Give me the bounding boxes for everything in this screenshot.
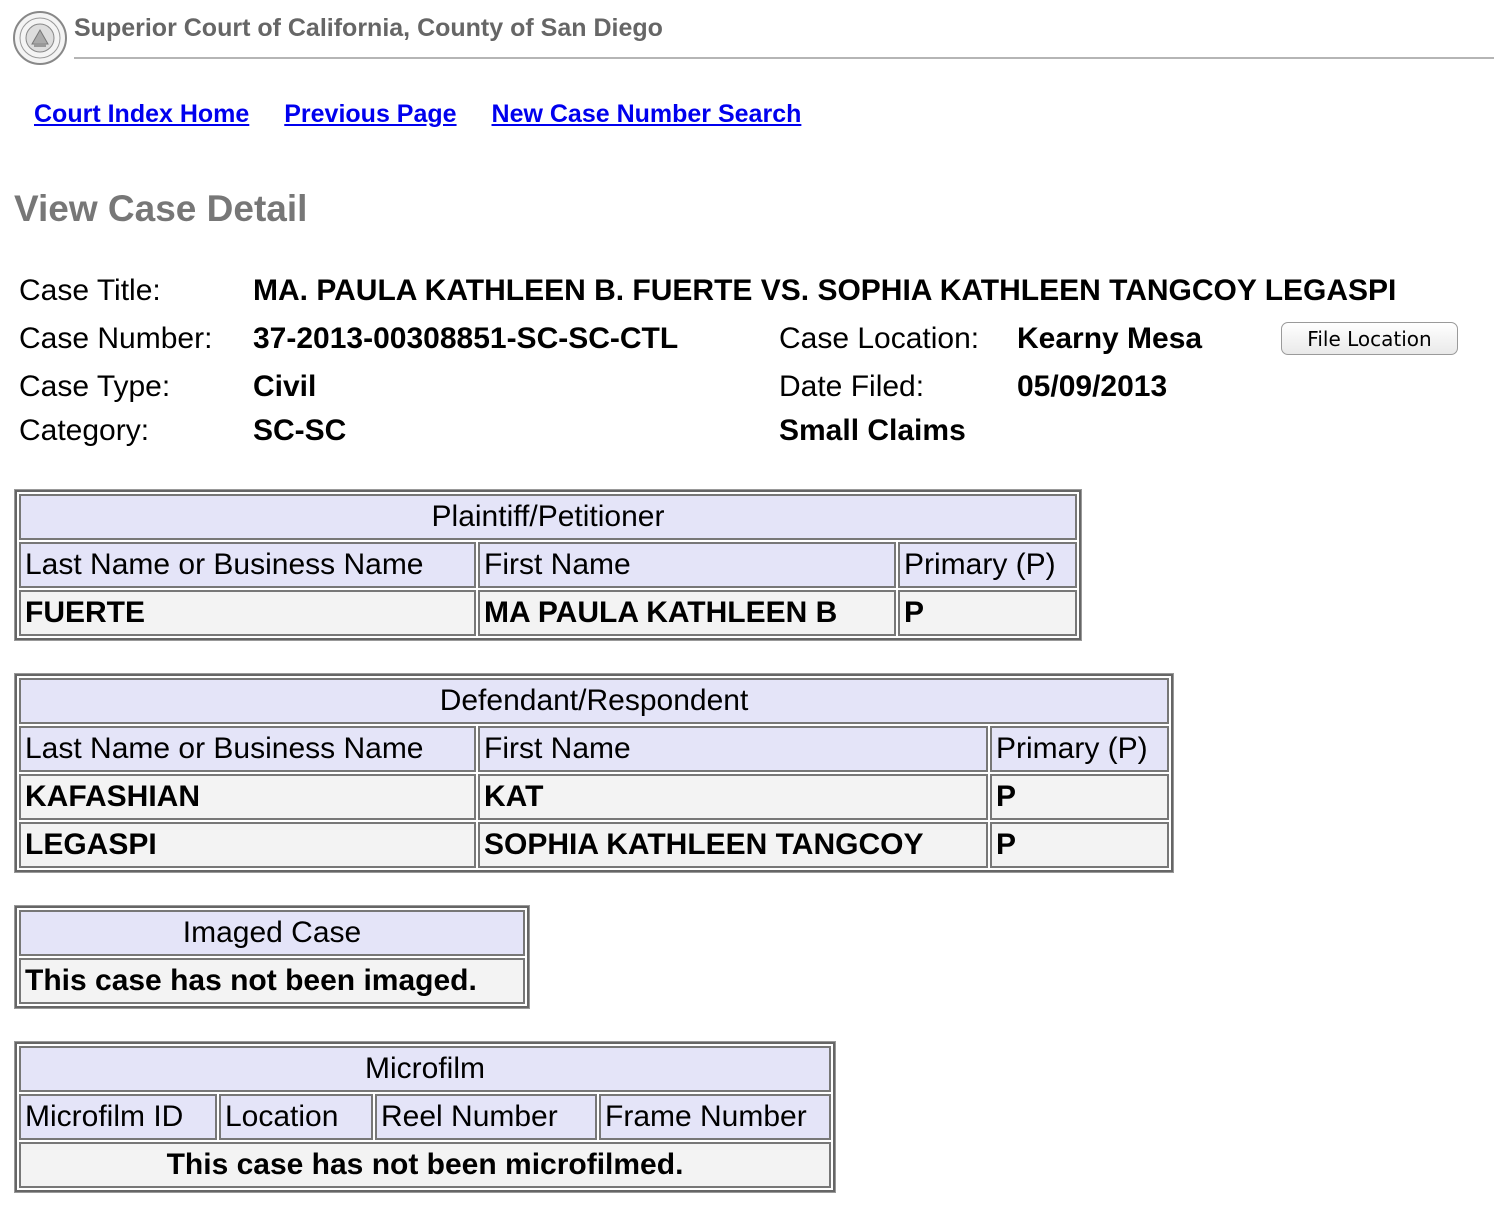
column-header-first-name: First Name xyxy=(478,542,896,588)
category-value: SC-SC xyxy=(253,414,347,447)
first-name-cell: KAT xyxy=(478,774,988,820)
primary-cell: P xyxy=(990,774,1169,820)
last-name-cell: KAFASHIAN xyxy=(19,774,476,820)
category-description: Small Claims xyxy=(779,414,966,447)
file-location-button[interactable]: File Location xyxy=(1281,322,1458,355)
case-type-value: Civil xyxy=(253,370,317,403)
header-divider xyxy=(74,57,1494,59)
plaintiff-table-title: Plaintiff/Petitioner xyxy=(19,494,1077,540)
case-title-value: MA. PAULA KATHLEEN B. FUERTE VS. SOPHIA … xyxy=(253,274,1397,307)
column-header-last-name: Last Name or Business Name xyxy=(19,542,476,588)
microfilm-table: Microfilm Microfilm ID Location Reel Num… xyxy=(14,1041,836,1193)
column-header-frame-number: Frame Number xyxy=(599,1094,831,1140)
case-location-label: Case Location: xyxy=(779,322,980,355)
column-header-location: Location xyxy=(219,1094,373,1140)
column-header-reel-number: Reel Number xyxy=(375,1094,597,1140)
microfilm-table-title: Microfilm xyxy=(19,1046,831,1092)
defendant-table: Defendant/Respondent Last Name or Busine… xyxy=(14,673,1174,873)
page-header: Superior Court of California, County of … xyxy=(12,10,1494,65)
column-header-primary: Primary (P) xyxy=(990,726,1169,772)
imaged-case-table: Imaged Case This case has not been image… xyxy=(14,905,530,1009)
case-number-label: Case Number: xyxy=(19,322,213,355)
primary-cell: P xyxy=(990,822,1169,868)
defendant-table-title: Defendant/Respondent xyxy=(19,678,1169,724)
page-title: View Case Detail xyxy=(14,188,308,229)
table-row: FUERTE MA PAULA KATHLEEN B P xyxy=(19,590,1077,636)
first-name-cell: SOPHIA KATHLEEN TANGCOY xyxy=(478,822,988,868)
court-seal-icon xyxy=(13,11,67,65)
table-row: LEGASPI SOPHIA KATHLEEN TANGCOY P xyxy=(19,822,1169,868)
court-index-home-link[interactable]: Court Index Home xyxy=(34,100,249,128)
previous-page-link[interactable]: Previous Page xyxy=(284,100,456,128)
case-location-value: Kearny Mesa xyxy=(1017,322,1203,355)
date-filed-value: 05/09/2013 xyxy=(1017,370,1168,403)
last-name-cell: FUERTE xyxy=(19,590,476,636)
column-header-microfilm-id: Microfilm ID xyxy=(19,1094,217,1140)
case-type-label: Case Type: xyxy=(19,370,171,403)
case-title-label: Case Title: xyxy=(19,274,161,307)
column-header-primary: Primary (P) xyxy=(898,542,1077,588)
column-header-last-name: Last Name or Business Name xyxy=(19,726,476,772)
date-filed-label: Date Filed: xyxy=(779,370,925,403)
table-row: KAFASHIAN KAT P xyxy=(19,774,1169,820)
category-label: Category: xyxy=(19,414,150,447)
new-case-number-search-link[interactable]: New Case Number Search xyxy=(492,100,802,128)
imaged-case-message: This case has not been imaged. xyxy=(19,958,525,1004)
court-name: Superior Court of California, County of … xyxy=(74,14,663,42)
column-header-first-name: First Name xyxy=(478,726,988,772)
nav-links: Court Index Home Previous Page New Case … xyxy=(34,100,829,129)
imaged-case-title: Imaged Case xyxy=(19,910,525,956)
primary-cell: P xyxy=(898,590,1077,636)
microfilm-message: This case has not been microfilmed. xyxy=(19,1142,831,1188)
first-name-cell: MA PAULA KATHLEEN B xyxy=(478,590,896,636)
case-number-value: 37-2013-00308851-SC-SC-CTL xyxy=(253,322,679,355)
plaintiff-table: Plaintiff/Petitioner Last Name or Busine… xyxy=(14,489,1082,641)
last-name-cell: LEGASPI xyxy=(19,822,476,868)
